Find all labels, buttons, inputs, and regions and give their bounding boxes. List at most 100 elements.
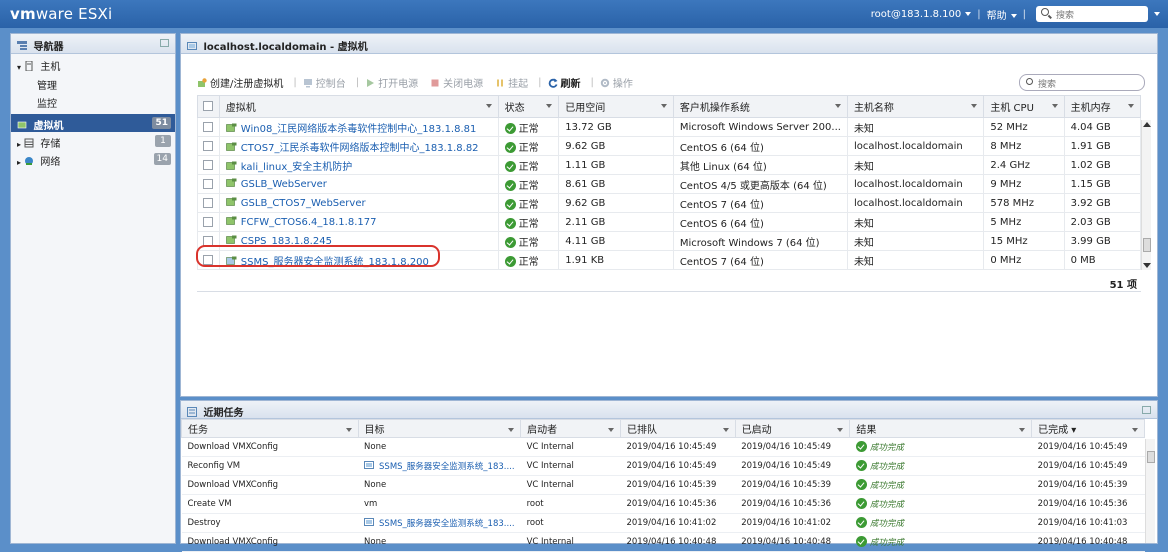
create-vm-button[interactable]: 创建/注册虚拟机 (197, 75, 283, 90)
nav-item-network[interactable]: ▸ 网络 14 (11, 150, 175, 168)
task-row[interactable]: Destroy SSMS_服务器安全监测系统_183.... root 2019/04… (181, 513, 1145, 533)
vm-name-cell[interactable]: FCFW_CTOS6.4_18.1.8.177 (218, 212, 499, 232)
row-checkbox[interactable] (197, 117, 220, 137)
power-off-button[interactable]: 关闭电源 (430, 75, 483, 90)
vm-name-cell[interactable]: Win08_江民网络版本杀毒软件控制中心_183.1.8.81 (218, 117, 499, 137)
global-search-input[interactable]: 搜索 (1036, 6, 1148, 22)
scroll-down-icon[interactable] (1143, 263, 1151, 268)
column-label: 已完成 ▾ (1038, 425, 1077, 436)
vm-name-cell[interactable]: CTOS7_江民杀毒软件网络版本控制中心_183.1.8.82 (218, 136, 499, 156)
help-menu[interactable]: 帮助 (987, 7, 1017, 22)
column-header-host-cpu[interactable]: 主机 CPU (983, 95, 1065, 118)
column-header-hostname[interactable]: 主机名称 (846, 95, 985, 118)
task-row[interactable]: Reconfig VM SSMS_服务器安全监测系统_183.... VC Inte… (181, 456, 1145, 476)
scroll-up-icon[interactable] (1143, 122, 1151, 127)
column-header-started[interactable]: 已启动 (734, 419, 851, 438)
column-header-used-space[interactable]: 已用空间 (558, 95, 674, 118)
vm-table-row[interactable]: Win08_江民网络版本杀毒软件控制中心_183.1.8.81 正常 13.72 G… (197, 117, 1142, 137)
vm-host-memory-cell: 2.03 GB (1063, 212, 1142, 232)
expand-icon: ▸ (17, 140, 22, 149)
task-target-cell[interactable]: SSMS_服务器安全监测系统_183.... (358, 456, 521, 476)
task-row[interactable]: Create VM vm root 2019/04/16 10:45:36 2019/0… (181, 494, 1145, 514)
vm-table-row[interactable]: SSMS_服务器安全监测系统_183.1.8.200 正常 1.91 KB CentO… (197, 250, 1142, 270)
task-name-cell: Create VM (181, 494, 359, 514)
column-header-task[interactable]: 任务 (181, 419, 359, 438)
top-right-controls: root@183.1.8.100 | 帮助 | 搜索 (871, 6, 1160, 22)
user-menu[interactable]: root@183.1.8.100 (871, 9, 972, 20)
column-header-guest-os[interactable]: 客户机操作系统 (672, 95, 848, 118)
column-header-initiator[interactable]: 启动者 (520, 419, 621, 438)
refresh-button[interactable]: 刷新 (548, 75, 581, 90)
row-checkbox[interactable] (197, 212, 220, 232)
task-row[interactable]: Download VMXConfig None VC Internal 2019/04… (181, 532, 1145, 552)
vm-name-link[interactable]: SSMS_服务器安全监测系统_183.1.8.200 (241, 257, 429, 268)
row-checkbox[interactable] (197, 231, 220, 251)
search-dropdown-icon[interactable] (1154, 12, 1160, 16)
vm-name-link[interactable]: CTOS7_江民杀毒软件网络版本控制中心_183.1.8.82 (241, 143, 479, 154)
vm-name-link[interactable]: CSPS_183.1.8.245 (241, 236, 332, 247)
vm-name-cell[interactable]: GSLB_CTOS7_WebServer (218, 193, 499, 213)
column-header-result[interactable]: 结果 (849, 419, 1033, 438)
vm-name-cell[interactable]: SSMS_服务器安全监测系统_183.1.8.200 (218, 250, 499, 270)
task-row[interactable]: Download VMXConfig None VC Internal 2019/04… (181, 475, 1145, 495)
vm-name-link[interactable]: GSLB_WebServer (241, 179, 327, 190)
row-checkbox[interactable] (197, 250, 220, 270)
nav-item-vms[interactable]: 虚拟机 51 (11, 114, 175, 132)
divider (197, 291, 1141, 292)
vm-name-cell[interactable]: GSLB_WebServer (218, 174, 499, 194)
row-checkbox[interactable] (197, 174, 220, 194)
power-on-button[interactable]: 打开电源 (365, 75, 418, 90)
vm-name-cell[interactable]: CSPS_183.1.8.245 (218, 231, 499, 251)
column-header-status[interactable]: 状态 (497, 95, 560, 118)
vm-name-link[interactable]: Win08_江民网络版本杀毒软件控制中心_183.1.8.81 (241, 124, 477, 135)
nav-item-monitor[interactable]: 监控 (11, 92, 175, 110)
scrollbar-thumb[interactable] (1143, 238, 1151, 252)
actions-label: 操作 (612, 79, 633, 90)
console-button[interactable]: 控制台 (303, 75, 346, 90)
nav-item-storage[interactable]: ▸ 存储 1 (11, 132, 175, 150)
chevron-down-icon (1010, 13, 1017, 18)
vm-name-link[interactable]: GSLB_CTOS7_WebServer (241, 198, 366, 209)
select-all-checkbox[interactable] (197, 95, 220, 118)
task-target-cell[interactable]: SSMS_服务器安全监测系统_183.... (358, 513, 521, 533)
vm-table-row[interactable]: CTOS7_江民杀毒软件网络版本控制中心_183.1.8.82 正常 9.62 GB… (197, 136, 1142, 156)
column-header-queued[interactable]: 已排队 (619, 419, 736, 438)
vm-search-input[interactable]: 搜索 (1019, 74, 1145, 91)
suspend-button[interactable]: 挂起 (495, 75, 528, 90)
vm-table-row[interactable]: GSLB_CTOS7_WebServer 正常 9.62 GB CentOS 7 (6… (197, 193, 1142, 213)
row-checkbox[interactable] (197, 193, 220, 213)
column-header-name[interactable]: 虚拟机 (218, 95, 499, 118)
vm-status-cell: 正常 (497, 231, 560, 251)
nav-item-manage[interactable]: 管理 (11, 74, 175, 92)
vm-status-text: 正常 (518, 123, 539, 135)
vm-table-row[interactable]: kali_linux_安全主机防护 正常 1.11 GB 其他 Linux (64 位… (197, 155, 1142, 175)
vm-table-scrollbar[interactable] (1141, 120, 1151, 270)
task-name-cell: Download VMXConfig (181, 437, 359, 457)
vm-table-row[interactable]: CSPS_183.1.8.245 正常 4.11 GB Microsoft Windo… (197, 231, 1142, 251)
create-vm-icon (198, 77, 207, 87)
collapse-icon[interactable] (1142, 406, 1151, 414)
success-icon (855, 441, 867, 452)
row-checkbox[interactable] (197, 155, 220, 175)
task-row[interactable]: Download VMXConfig None VC Internal 2019/04… (181, 437, 1145, 457)
column-header-host-memory[interactable]: 主机内存 (1063, 95, 1142, 118)
page-title: localhost.localdomain - 虚拟机 (203, 42, 368, 53)
logo-ware: ware (35, 5, 74, 23)
vm-table-row[interactable]: FCFW_CTOS6.4_18.1.8.177 正常 2.11 GB CentOS 6… (197, 212, 1142, 232)
vm-table-row[interactable]: GSLB_WebServer 正常 8.61 GB CentOS 4/5 或更高版本 … (197, 174, 1142, 194)
column-label: 已用空间 (565, 103, 606, 114)
actions-button[interactable]: 操作 (600, 75, 633, 90)
column-label: 目标 (364, 425, 385, 436)
collapse-icon[interactable] (160, 39, 169, 47)
column-header-completed[interactable]: 已完成 ▾ (1031, 419, 1145, 438)
vm-name-link[interactable]: kali_linux_安全主机防护 (241, 162, 352, 173)
row-checkbox[interactable] (197, 136, 220, 156)
vm-name-link[interactable]: FCFW_CTOS6.4_18.1.8.177 (241, 217, 377, 228)
vm-name-cell[interactable]: kali_linux_安全主机防护 (218, 155, 499, 175)
tasks-scrollbar[interactable] (1145, 439, 1155, 543)
search-icon (1026, 78, 1033, 85)
column-header-target[interactable]: 目标 (357, 419, 522, 438)
nav-item-host[interactable]: ▾ 主机 (11, 54, 175, 74)
column-label: 主机 CPU (990, 103, 1034, 114)
scrollbar-thumb[interactable] (1147, 451, 1155, 463)
